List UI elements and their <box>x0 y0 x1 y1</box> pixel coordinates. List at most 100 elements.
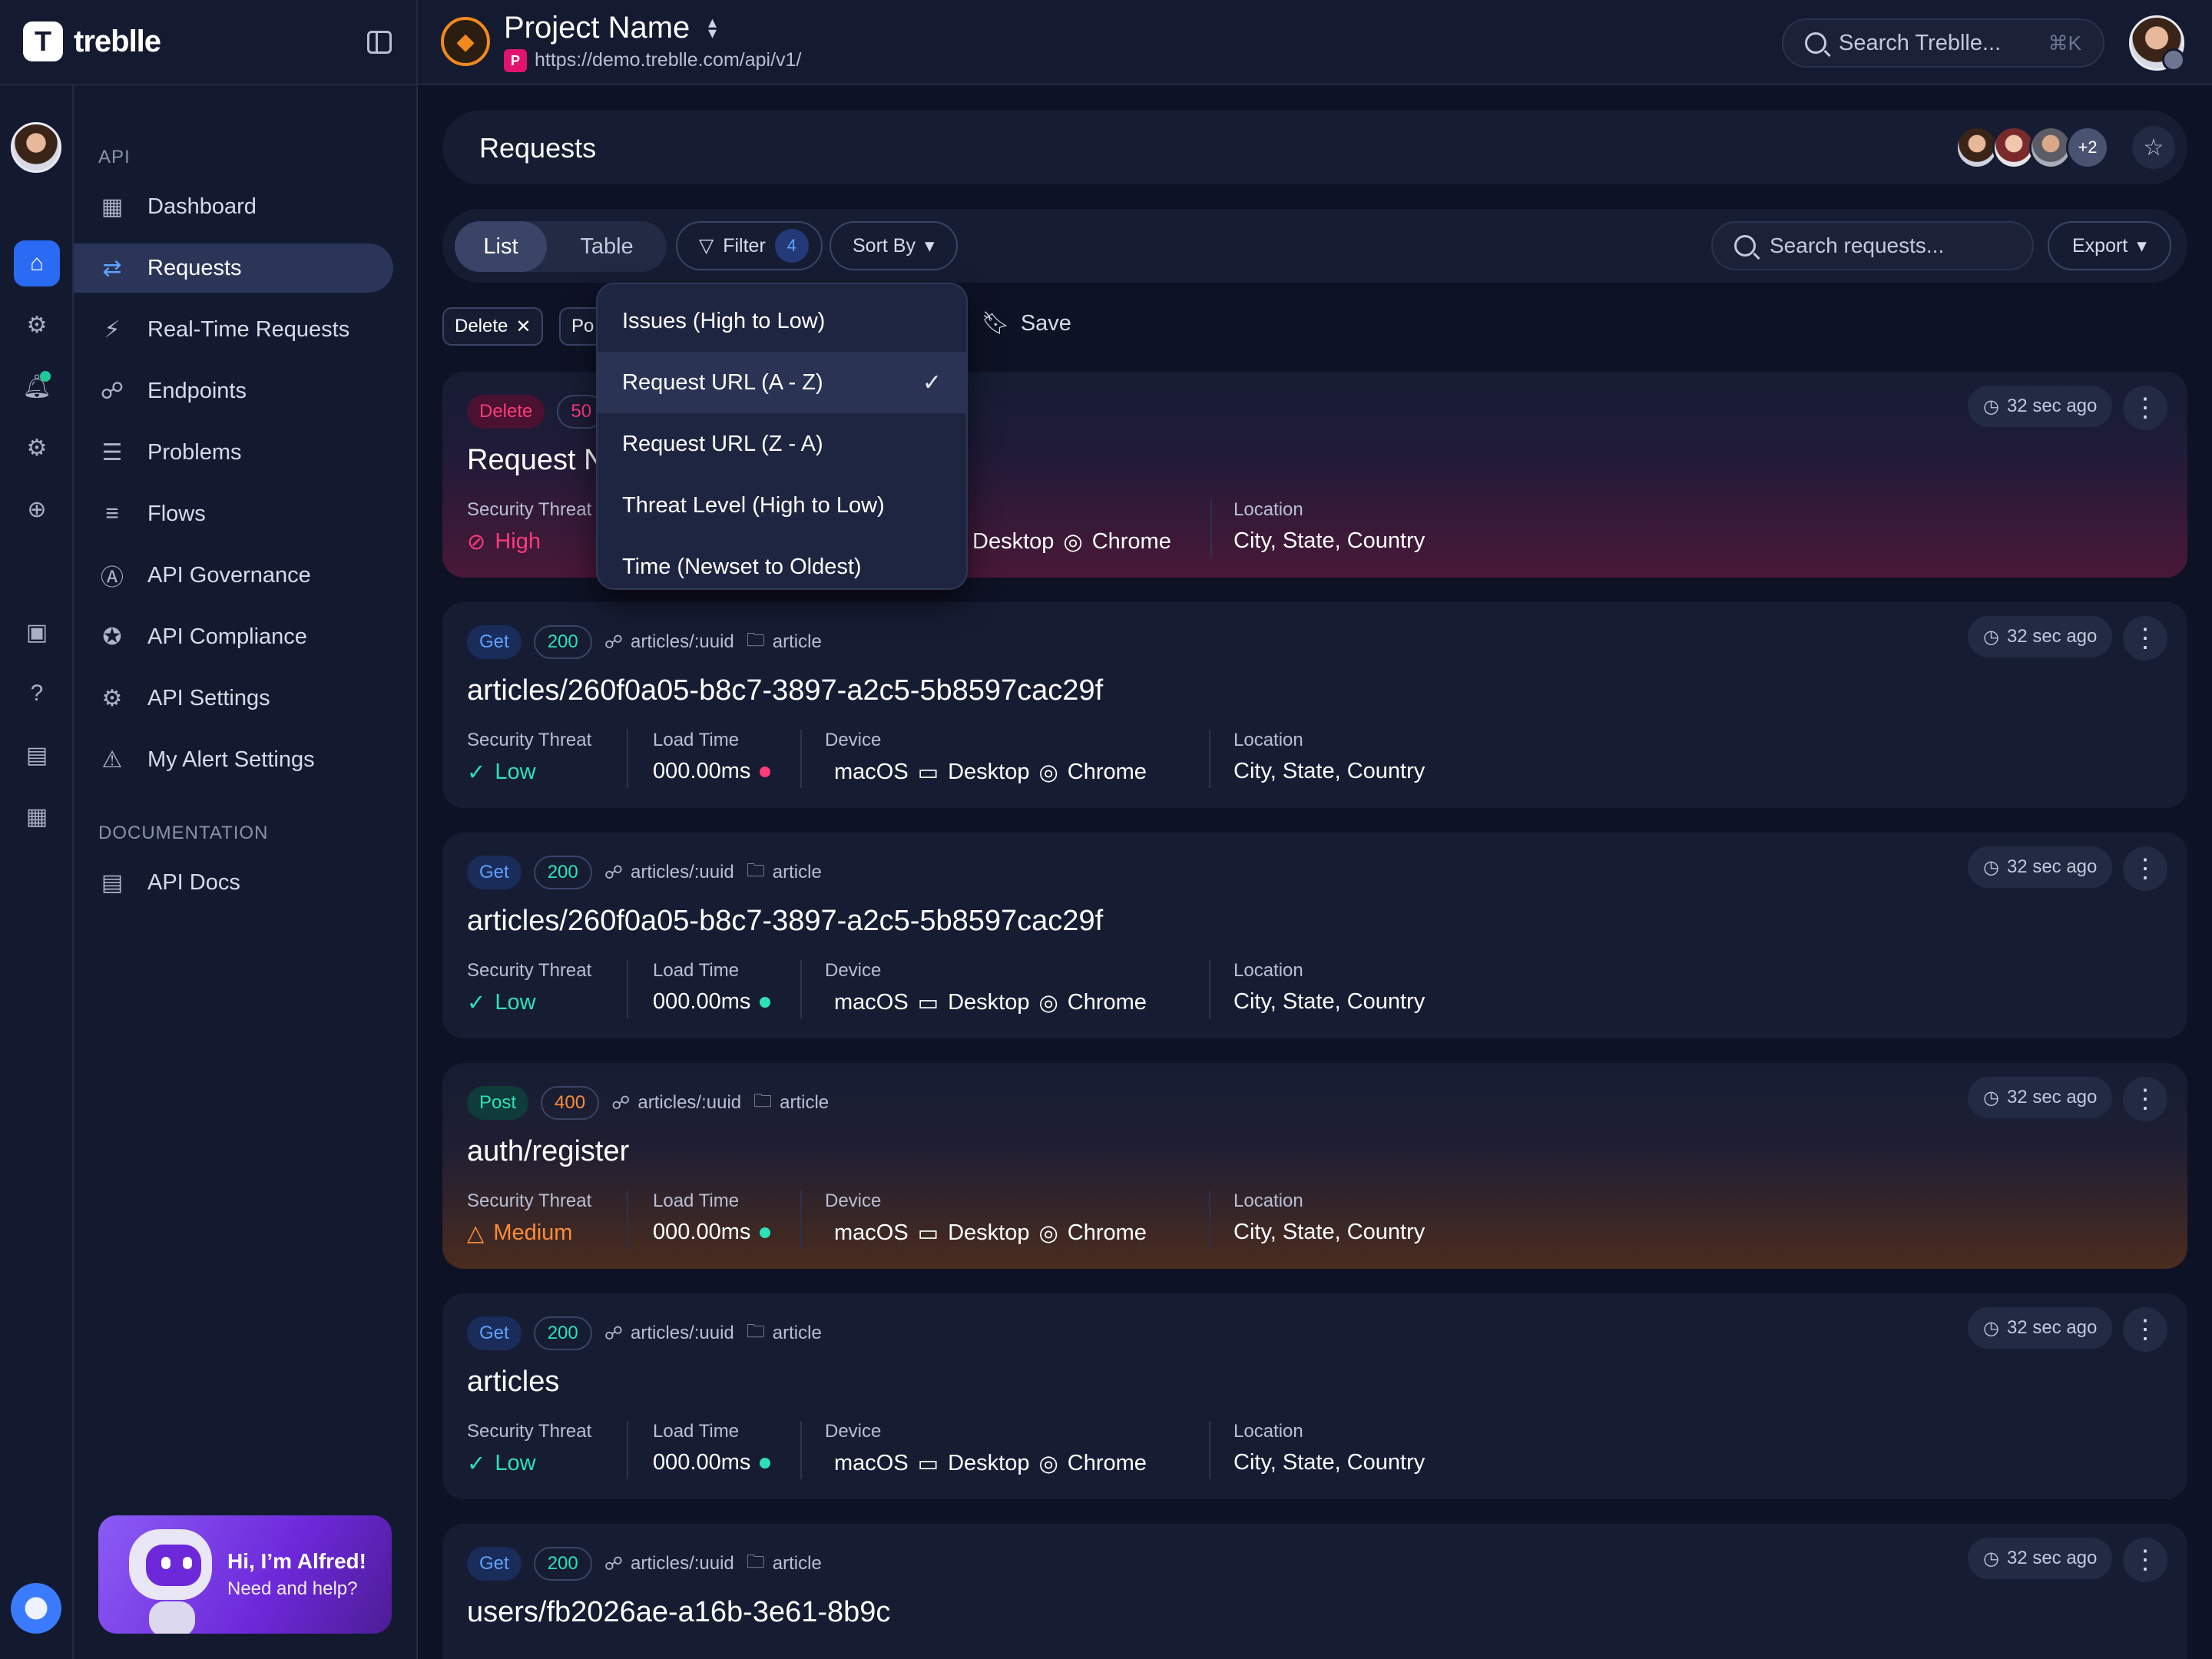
integrations-icon[interactable]: ⚙ <box>14 302 60 348</box>
chrome-icon: ◎ <box>1038 991 1058 1015</box>
device-label: Device <box>825 1421 882 1442</box>
sort-option-issues[interactable]: Issues (High to Low) <box>598 290 966 352</box>
sidebar-item-api-settings[interactable]: ⚙ API Settings <box>74 674 393 723</box>
sidebar-item-flows[interactable]: ≡ Flows <box>74 489 393 538</box>
browser-text: Chrome <box>1067 1220 1147 1245</box>
request-title[interactable]: auth/register <box>467 1135 629 1168</box>
request-card[interactable]: Get 200 ☍ articles/:uuid 🗀 article article… <box>442 602 2187 808</box>
endpoint-meta: ☍ articles/:uuid <box>604 631 734 654</box>
project-switch-icon[interactable]: ▴ ▾ <box>708 14 717 41</box>
brand-logo[interactable]: T treblle <box>23 22 161 61</box>
sort-option-time[interactable]: Time (Newset to Oldest) <box>598 536 966 598</box>
sidebar-item-my-alert-settings[interactable]: ⚠︎ My Alert Settings <box>74 735 393 784</box>
bell-icon[interactable]: 🔔︎ <box>14 363 60 409</box>
apps-icon[interactable]: ▦ <box>14 793 60 839</box>
more-options-icon[interactable]: ⋮ <box>2123 846 2167 891</box>
threat-text: Low <box>495 760 536 784</box>
project-name[interactable]: Project Name <box>504 11 690 45</box>
request-card[interactable]: Get 200 ☍ articles/:uuid 🗀 article article… <box>442 833 2187 1038</box>
sort-by-button[interactable]: Sort By ▾ <box>830 221 958 270</box>
sort-option-url-desc[interactable]: Request URL (Z - A) <box>598 413 966 475</box>
global-search-input[interactable]: Search Treblle... ⌘K <box>1782 18 2104 68</box>
tab-table[interactable]: Table <box>547 221 667 272</box>
folder-icon: 🗀 <box>753 1090 773 1111</box>
filter-chip-delete[interactable]: Delete ✕ <box>442 307 544 346</box>
threat-text: Low <box>495 990 536 1015</box>
sort-option-label: Threat Level (High to Low) <box>622 492 885 518</box>
sidebar-item-dashboard[interactable]: ▦ Dashboard <box>74 182 393 231</box>
sidebar-item-label: Endpoints <box>147 378 247 403</box>
alfred-assistant-card[interactable]: Hi, I’m Alfred! Need and help? <box>98 1515 392 1634</box>
home-icon[interactable]: ⌂ <box>14 240 60 286</box>
request-card[interactable]: Get 200 ☍ articles/:uuid 🗀 article users/f… <box>442 1524 2187 1659</box>
chat-icon[interactable]: ▤ <box>14 732 60 778</box>
star-icon[interactable]: ☆ <box>2132 126 2175 169</box>
field-divider <box>1209 1190 1210 1249</box>
more-options-icon[interactable]: ⋮ <box>2123 616 2167 661</box>
os-text: macOS <box>834 990 909 1015</box>
project-url[interactable]: https://demo.treblle.com/api/v1/ <box>535 49 801 71</box>
sidebar-item-requests[interactable]: ⇄ Requests <box>74 243 393 293</box>
location-label: Location <box>1233 1421 1303 1442</box>
sidebar-item-api-docs[interactable]: ▤ API Docs <box>74 858 393 907</box>
chevron-down-icon: ▾ <box>2137 235 2147 257</box>
sidebar-item-real-time-requests[interactable]: ⚡︎ Real-Time Requests <box>74 305 393 354</box>
bookmark-icon: 🔖︎ <box>982 311 1010 336</box>
save-filter-button[interactable]: 🔖︎ Save <box>982 310 1071 336</box>
brand-name: treblle <box>74 24 161 58</box>
browser-text: Chrome <box>1067 760 1147 784</box>
device-text: Desktop <box>972 529 1055 554</box>
request-card[interactable]: Post 400 ☍ articles/:uuid 🗀 article auth/r… <box>442 1063 2187 1269</box>
sidebar-toggle-icon[interactable] <box>367 31 392 54</box>
workspace-avatar[interactable] <box>11 122 61 173</box>
project-logo-icon[interactable]: ◆ <box>441 17 490 66</box>
request-search-input[interactable]: Search requests... <box>1711 221 2034 270</box>
sidebar-item-endpoints[interactable]: ☍ Endpoints <box>74 366 393 416</box>
filter-button[interactable]: ▽ Filter 4 <box>676 221 823 270</box>
tab-list[interactable]: List <box>455 221 547 272</box>
gear-icon[interactable]: ⚙ <box>14 425 60 471</box>
request-title[interactable]: users/fb2026ae-a16b-3e61-8b9c <box>467 1596 890 1629</box>
browser-text: Chrome <box>1067 990 1147 1015</box>
method-badge: Delete <box>467 395 545 429</box>
time-text: 32 sec ago <box>2006 626 2098 647</box>
collaborators-more[interactable]: +2 <box>2066 126 2109 169</box>
more-options-icon[interactable]: ⋮ <box>2123 1077 2167 1121</box>
sort-option-label: Request URL (A - Z) <box>622 369 823 395</box>
load-time-value: 000.00ms <box>653 989 771 1015</box>
card-badges: Get 200 ☍ articles/:uuid 🗀 article <box>467 1547 822 1581</box>
close-icon[interactable]: ✕ <box>515 316 531 338</box>
time-text: 32 sec ago <box>2006 1087 2098 1108</box>
user-avatar[interactable] <box>2129 15 2185 71</box>
request-card[interactable]: Get 200 ☍ articles/:uuid 🗀 article article… <box>442 1293 2187 1499</box>
sidebar-item-api-compliance[interactable]: ✪ API Compliance <box>74 612 393 661</box>
book-icon[interactable]: ▣ <box>14 609 60 655</box>
request-title[interactable]: articles <box>467 1366 559 1399</box>
sort-option-threat[interactable]: Threat Level (High to Low) <box>598 475 966 536</box>
threat-text: High <box>495 529 541 554</box>
desktop-icon: ▭ <box>917 1221 939 1246</box>
endpoint-meta: ☍ articles/:uuid <box>611 1092 741 1114</box>
request-title[interactable]: articles/260f0a05-b8c7-3897-a2c5-5b8597c… <box>467 905 1103 938</box>
chrome-icon: ◎ <box>1038 1452 1058 1476</box>
help-icon[interactable]: ? <box>14 671 60 717</box>
status-badge: 200 <box>533 1547 592 1581</box>
more-options-icon[interactable]: ⋮ <box>2123 1538 2167 1582</box>
more-options-icon[interactable]: ⋮ <box>2123 386 2167 430</box>
method-badge: Get <box>467 856 522 889</box>
sidebar-item-api-governance[interactable]: Ⓐ API Governance <box>74 551 393 600</box>
request-title[interactable]: Request N <box>467 444 605 477</box>
assistant-icon[interactable] <box>11 1583 61 1634</box>
sort-option-label: Time (Newset to Oldest) <box>622 554 862 579</box>
more-options-icon[interactable]: ⋮ <box>2123 1307 2167 1352</box>
sort-label: Sort By <box>853 234 916 257</box>
threat-text: Medium <box>493 1220 573 1245</box>
request-title[interactable]: articles/260f0a05-b8c7-3897-a2c5-5b8597c… <box>467 674 1103 707</box>
sidebar-item-problems[interactable]: ☰ Problems <box>74 428 393 477</box>
sort-option-url-asc[interactable]: Request URL (A - Z) ✓ <box>598 352 966 413</box>
export-button[interactable]: Export ▾ <box>2048 221 2171 270</box>
threat-value: ✓ Low <box>467 1450 536 1477</box>
add-icon[interactable]: ⊕ <box>14 486 60 532</box>
filter-label: Filter <box>723 234 766 257</box>
load-time-label: Load Time <box>653 1190 740 1211</box>
